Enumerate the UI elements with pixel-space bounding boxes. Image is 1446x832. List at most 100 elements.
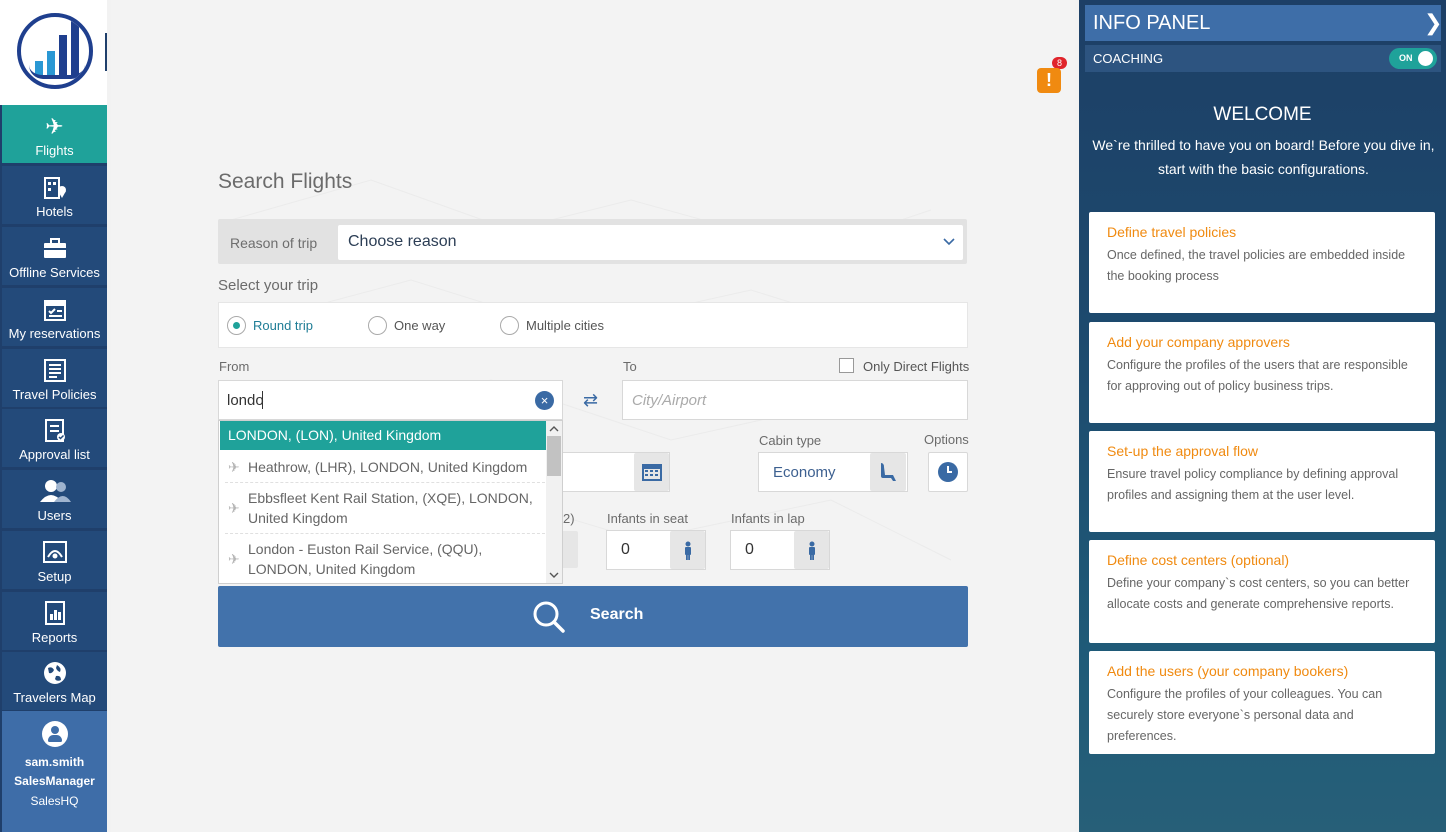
sidebar-item-flights[interactable]: ✈ Flights	[2, 105, 107, 163]
divider	[225, 482, 545, 483]
card-title: Set-up the approval flow	[1107, 443, 1258, 459]
card-description: Configure the profiles of your colleague…	[1107, 687, 1383, 743]
plane-icon: ✈	[228, 500, 240, 516]
avatar-icon	[41, 721, 68, 747]
radio-multiple-cities-label[interactable]: Multiple cities	[526, 318, 604, 333]
card-cost-centers[interactable]: Define cost centers (optional) Define yo…	[1089, 540, 1435, 643]
sidebar-item-reports[interactable]: Reports	[2, 592, 107, 650]
search-button-label: Search	[590, 606, 644, 623]
sidebar-item-travel-policies[interactable]: Travel Policies	[2, 349, 107, 407]
info-panel-title[interactable]: INFO PANEL	[1085, 5, 1441, 41]
briefcase-icon	[2, 235, 107, 263]
plane-icon: ✈	[45, 114, 64, 139]
sidebar-item-approval-list[interactable]: Approval list	[2, 409, 107, 467]
options-label: Options	[924, 432, 969, 447]
user-profile[interactable]: sam.smith SalesManager SalesHQ	[2, 711, 107, 832]
suggestion-item[interactable]: ✈ Ebbsfleet Kent Rail Station, (XQE), LO…	[220, 488, 547, 530]
suggestion-text: Heathrow, (LHR), LONDON, United Kingdom	[248, 459, 528, 475]
sidebar-item-setup[interactable]: Setup	[2, 531, 107, 589]
infant-seat-person-button[interactable]	[670, 531, 705, 569]
radio-one-way[interactable]	[368, 316, 387, 335]
seat-icon	[881, 463, 896, 481]
search-icon	[533, 601, 565, 633]
logo-chart-icon	[17, 13, 93, 89]
direct-flights-checkbox[interactable]	[839, 358, 854, 373]
from-label: From	[219, 359, 250, 374]
card-description: Configure the profiles of the users that…	[1107, 358, 1408, 393]
to-input[interactable]: City/Airport	[622, 380, 968, 420]
setup-icon	[2, 539, 107, 567]
direct-flights-label[interactable]: Only Direct Flights	[863, 359, 969, 374]
clear-icon[interactable]: ×	[535, 391, 554, 410]
card-description: Ensure travel policy compliance by defin…	[1107, 467, 1399, 502]
company-logo[interactable]	[0, 0, 107, 105]
cabin-type-label: Cabin type	[759, 433, 822, 448]
sidebar-item-label: Travelers Map	[13, 690, 96, 705]
radio-round-trip-label[interactable]: Round trip	[253, 318, 313, 333]
select-trip-label: Select your trip	[218, 277, 319, 294]
infants-lap-value: 0	[745, 541, 754, 558]
cabin-type-value: Economy	[773, 464, 836, 481]
from-input[interactable]: londo	[218, 380, 563, 420]
radio-round-trip[interactable]	[227, 316, 246, 335]
sidebar-item-label: Offline Services	[9, 265, 100, 280]
infants-lap-label: Infants in lap	[731, 511, 805, 526]
sidebar-item-users[interactable]: Users	[2, 470, 107, 528]
plane-icon: ✈	[228, 459, 240, 475]
sidebar-item-label: Travel Policies	[12, 387, 97, 402]
chevron-right-icon[interactable]: ❯	[1424, 10, 1442, 36]
welcome-title: WELCOME	[1213, 104, 1312, 125]
card-description: Once defined, the travel policies are em…	[1107, 248, 1406, 283]
suggestion-text: London - Euston Rail Service, (QQU), LON…	[248, 541, 483, 577]
chevron-down-icon	[549, 572, 559, 578]
calendar-button[interactable]	[634, 453, 669, 491]
card-title: Add the users (your company bookers)	[1107, 663, 1349, 679]
radio-multiple-cities[interactable]	[500, 316, 519, 335]
radio-one-way-label[interactable]: One way	[394, 318, 445, 333]
reason-label: Reason of trip	[230, 235, 318, 251]
document-icon	[2, 357, 107, 385]
infants-seat-label: Infants in seat	[607, 511, 688, 526]
user-name: sam.smith	[24, 755, 85, 769]
card-add-users[interactable]: Add the users (your company bookers) Con…	[1089, 651, 1435, 754]
airport-suggestions-dropdown: LONDON, (LON), United Kingdom ✈ Heathrow…	[218, 420, 563, 584]
suggestion-item[interactable]: ✈ London - Euston Rail Service, (QQU), L…	[220, 539, 547, 581]
card-define-travel-policies[interactable]: Define travel policies Once defined, the…	[1089, 212, 1435, 313]
toggle-knob	[1418, 51, 1433, 66]
card-approval-flow[interactable]: Set-up the approval flow Ensure travel p…	[1089, 431, 1435, 532]
sidebar-item-label: Users	[37, 508, 72, 523]
welcome-text: We`re thrilled to have you on board! Bef…	[1092, 137, 1435, 177]
coaching-toggle-label: ON	[1399, 53, 1413, 63]
suggestion-item[interactable]: ✈ Heathrow, (LHR), LONDON, United Kingdo…	[220, 457, 547, 477]
seat-button[interactable]	[870, 453, 906, 491]
sidebar-item-my-reservations[interactable]: My reservations	[2, 288, 107, 346]
text-cursor	[262, 391, 263, 409]
divider	[225, 533, 545, 534]
chevron-up-icon	[549, 426, 559, 432]
clock-icon	[938, 462, 958, 482]
reason-select-value: Choose reason	[348, 233, 457, 250]
sidebar-item-label: Approval list	[19, 447, 90, 462]
infants-seat-value: 0	[621, 541, 630, 558]
sidebar-item-travelers-map[interactable]: Travelers Map	[2, 652, 107, 710]
sidebar-item-label: Reports	[31, 630, 78, 645]
suggestion-text: Ebbsfleet Kent Rail Station, (XQE), LOND…	[248, 490, 533, 526]
person-icon	[685, 541, 691, 560]
person-icon	[809, 541, 815, 560]
calendar-icon	[2, 296, 107, 324]
infant-lap-person-button[interactable]	[794, 531, 829, 569]
user-org: SalesHQ	[30, 794, 79, 808]
options-button[interactable]	[928, 452, 968, 492]
sidebar-item-label: Setup	[37, 569, 72, 584]
passenger-label-partial: 2)	[563, 511, 575, 526]
sidebar-item-label: Hotels	[36, 204, 73, 219]
swap-icon[interactable]: ⇄	[583, 390, 603, 410]
alert-icon[interactable]: !	[1037, 68, 1061, 93]
user-role: SalesManager	[14, 774, 95, 788]
suggestion-item-selected[interactable]: LONDON, (LON), United Kingdom	[220, 421, 547, 450]
card-add-company-approvers[interactable]: Add your company approvers Configure the…	[1089, 322, 1435, 423]
sidebar-item-hotels[interactable]: Hotels	[2, 166, 107, 224]
sidebar-item-offline-services[interactable]: Offline Services	[2, 227, 107, 285]
card-title: Add your company approvers	[1107, 334, 1290, 350]
scrollbar-thumb[interactable]	[547, 436, 561, 476]
